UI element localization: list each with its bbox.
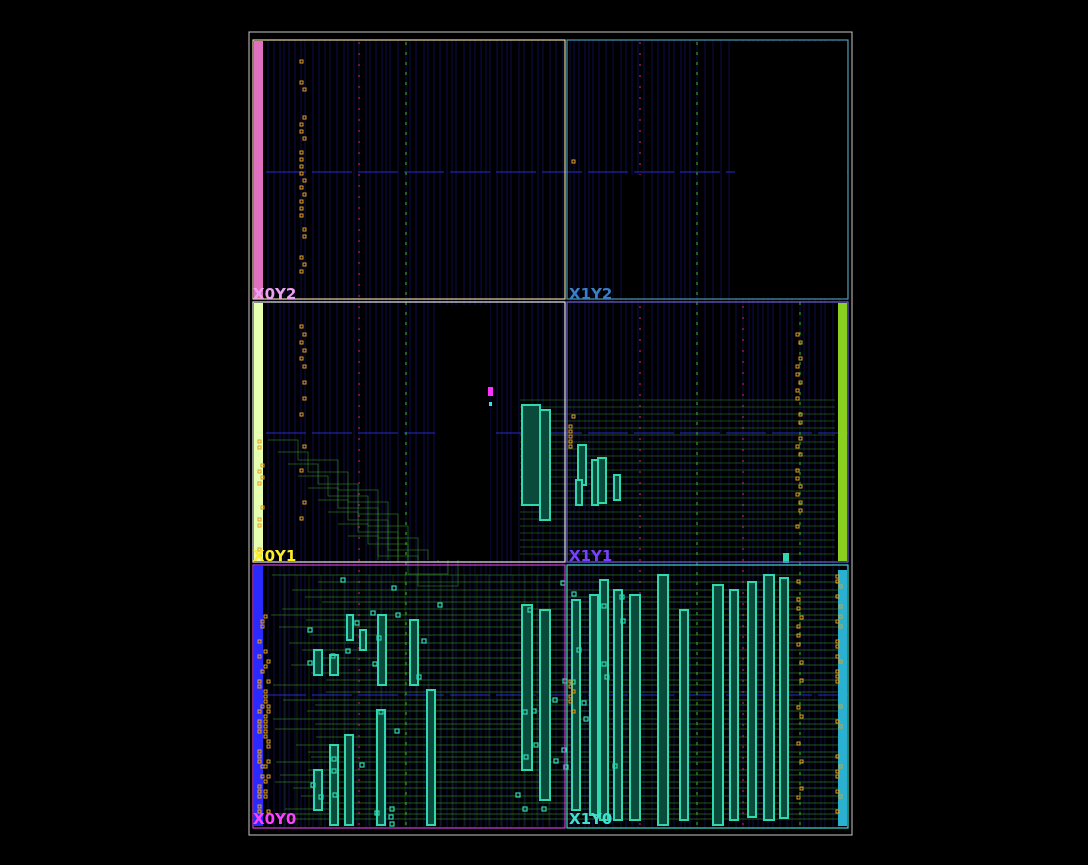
placed-cell-column [359, 629, 367, 651]
region-label-x1y1: X1Y1 [569, 547, 612, 565]
placed-cell-column [747, 581, 757, 818]
placed-cell-column [712, 584, 724, 826]
placed-cell-column [313, 649, 323, 676]
placed-cell-column [539, 409, 551, 521]
placed-cell-column [613, 474, 621, 501]
unused-area [435, 305, 490, 561]
marker-cell [489, 402, 492, 406]
placed-cell-column [426, 689, 436, 826]
placed-cell-column [613, 589, 623, 821]
placed-cell-column [679, 609, 689, 821]
marker-cell [488, 387, 493, 396]
region-label-x1y0: X1Y0 [569, 810, 612, 828]
placed-cell-column [539, 609, 551, 801]
placed-cell-column [376, 709, 386, 826]
unused-area [622, 175, 642, 298]
placed-cell-column [346, 614, 354, 641]
placed-cell-column [521, 604, 533, 771]
placed-cell-column [629, 594, 641, 821]
region-label-x0y1: X0Y1 [253, 547, 296, 565]
io-bank-right-mid [838, 303, 847, 561]
placed-cell-column [729, 589, 739, 821]
region-label-x0y0: X0Y0 [253, 810, 296, 828]
placed-cell-column [763, 574, 775, 821]
region-label-x1y2: X1Y2 [569, 285, 612, 303]
unused-area [735, 42, 847, 298]
region-label-x0y2: X0Y2 [253, 285, 296, 303]
placed-cell-column [521, 404, 541, 506]
placed-cell-column [589, 594, 599, 816]
placed-cell-column [344, 734, 354, 826]
placed-cell-column [779, 577, 789, 819]
placed-cell-column [599, 579, 609, 821]
placed-cell-column [571, 599, 581, 811]
placed-cell-column [313, 769, 323, 811]
placed-cell-column [657, 574, 669, 826]
placed-cell-column [377, 614, 387, 686]
placed-cell-column [597, 457, 607, 504]
io-bank-left-mid [254, 303, 263, 561]
io-bank-left-top [254, 41, 263, 299]
placed-cell-column [575, 479, 583, 506]
device-floorplan[interactable]: X0Y2 X1Y2 X0Y1 X1Y1 X0Y0 X1Y0 [0, 0, 1088, 865]
device-view[interactable]: X0Y2 X1Y2 X0Y1 X1Y1 X0Y0 X1Y0 [0, 0, 1088, 865]
